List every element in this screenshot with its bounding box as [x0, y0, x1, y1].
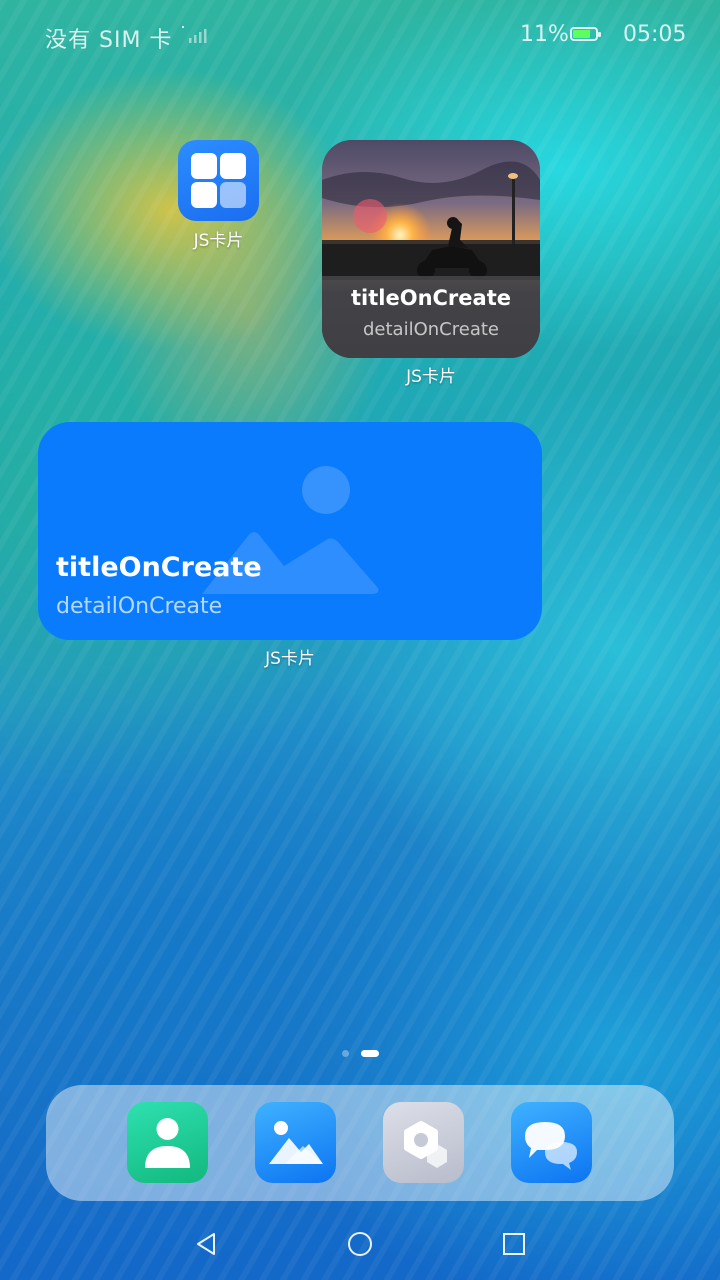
page-dot[interactable]: [342, 1050, 349, 1057]
mountain-glyph: [269, 1121, 323, 1164]
card-detail: detailOnCreate: [56, 594, 223, 619]
grid-square: [220, 182, 246, 208]
page-dot-active[interactable]: [361, 1050, 379, 1057]
photo-widget-card[interactable]: titleOnCreate detailOnCreate: [322, 140, 540, 358]
gallery-icon[interactable]: [255, 1102, 336, 1183]
status-bar: 没有 SIM 卡 11% 05:05: [0, 0, 720, 70]
card-detail: detailOnCreate: [363, 319, 499, 340]
blue-card-label: JS卡片: [265, 649, 315, 669]
app-icon-label: JS卡片: [193, 231, 244, 251]
back-button[interactable]: [188, 1226, 224, 1262]
clock: 05:05: [623, 22, 687, 47]
grid-square: [191, 153, 217, 179]
grid-square: [220, 153, 246, 179]
battery-percent: 11%: [520, 22, 569, 47]
card-title: titleOnCreate: [56, 552, 262, 583]
card-title: titleOnCreate: [351, 286, 511, 310]
settings-icon[interactable]: [383, 1102, 464, 1183]
chat-bubbles-glyph: [525, 1122, 577, 1170]
signal-icon: [182, 26, 207, 43]
sunset-photo: [322, 140, 540, 280]
battery-icon: [570, 27, 601, 41]
messages-icon[interactable]: [511, 1102, 592, 1183]
grid-app-icon[interactable]: [178, 140, 259, 221]
blue-widget-card[interactable]: titleOnCreate detailOnCreate: [38, 422, 542, 640]
battery-level-fill: [573, 30, 590, 38]
grid-square: [191, 182, 217, 208]
carrier-text: 没有 SIM 卡: [45, 28, 173, 53]
contacts-icon[interactable]: [127, 1102, 208, 1183]
person-glyph: [145, 1118, 190, 1168]
recents-button[interactable]: [496, 1226, 532, 1262]
photo-card-label: JS卡片: [406, 367, 456, 387]
home-button[interactable]: [342, 1226, 378, 1262]
gear-glyph: [404, 1121, 447, 1168]
